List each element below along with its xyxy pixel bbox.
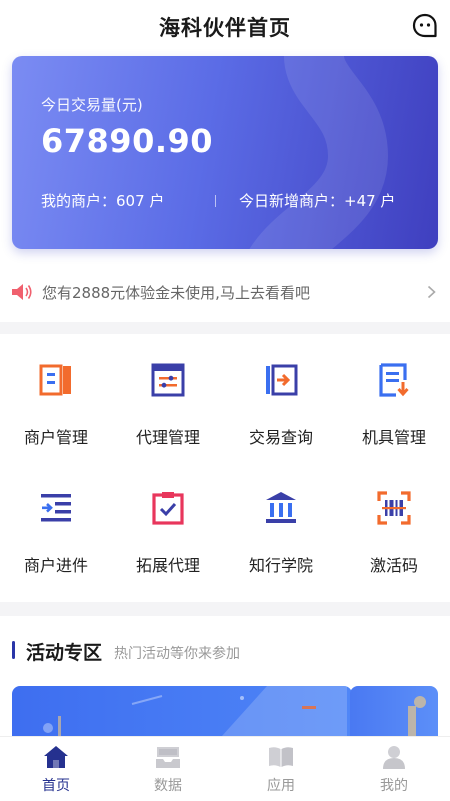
- grid-item-label: 知行学院: [248, 556, 313, 575]
- grid-item-transaction-query[interactable]: 交易查询: [225, 334, 337, 454]
- activity-banner-next[interactable]: [350, 686, 438, 736]
- speaker-icon: [12, 284, 32, 300]
- tab-data[interactable]: 数据: [112, 737, 224, 801]
- grid-item-merchant-management[interactable]: 商户管理: [0, 334, 112, 454]
- my-merchants-count[interactable]: 我的商户：607 户: [41, 190, 164, 211]
- tab-label: 我的: [380, 778, 408, 794]
- activity-banner[interactable]: [12, 686, 352, 736]
- grid-item-agent-management[interactable]: 代理管理: [112, 334, 224, 454]
- agent-management-icon: [151, 363, 185, 397]
- notice-bar[interactable]: 您有2888元体验金未使用,马上去看看吧: [0, 268, 450, 316]
- chevron-right-icon: [427, 285, 436, 299]
- today-volume-amount: 67890.90: [41, 122, 214, 160]
- profile-icon: [383, 746, 405, 769]
- data-icon: [156, 747, 180, 768]
- card-decoration: [249, 56, 389, 249]
- page-title: 海科伙伴首页: [159, 16, 291, 40]
- section-accent-bar: [12, 641, 15, 659]
- tab-label: 首页: [42, 778, 70, 794]
- expand-agent-icon: [152, 492, 184, 525]
- notice-text: 您有2888元体验金未使用,马上去看看吧: [42, 284, 310, 302]
- banner-illustration: [43, 686, 347, 736]
- tab-apps[interactable]: 应用: [225, 737, 337, 801]
- bottom-tab-bar: 首页 数据 应用 我的: [0, 736, 450, 801]
- transaction-query-icon: [266, 364, 298, 396]
- grid-item-merchant-onboarding[interactable]: 商户进件: [0, 462, 112, 582]
- chat-icon[interactable]: [412, 13, 438, 39]
- grid-item-label: 激活码: [369, 556, 418, 575]
- tab-label: 应用: [267, 778, 295, 794]
- section-divider: [0, 602, 450, 616]
- grid-item-label: 商户管理: [23, 428, 88, 447]
- tab-home[interactable]: 首页: [0, 737, 112, 801]
- grid-item-academy[interactable]: 知行学院: [225, 462, 337, 582]
- section-subtitle: 热门活动等你来参加: [114, 646, 240, 662]
- section-divider: [0, 322, 450, 334]
- merchant-management-icon: [39, 364, 71, 396]
- activity-section-header: 活动专区 热门活动等你来参加: [0, 628, 450, 674]
- grid-item-label: 商户进件: [23, 556, 88, 575]
- grid-item-activation-code[interactable]: 激活码: [338, 462, 450, 582]
- tab-profile[interactable]: 我的: [338, 737, 450, 801]
- new-merchants-count[interactable]: 今日新增商户：+47 户: [239, 190, 395, 211]
- merchant-onboarding-icon: [41, 494, 71, 522]
- tab-label: 数据: [154, 778, 182, 794]
- grid-item-label: 拓展代理: [135, 556, 200, 575]
- section-title: 活动专区: [26, 642, 103, 664]
- today-volume-label: 今日交易量(元): [41, 96, 143, 114]
- home-icon: [44, 746, 68, 768]
- grid-item-label: 机具管理: [361, 428, 426, 447]
- stats-divider: [215, 195, 216, 207]
- academy-icon: [266, 492, 296, 523]
- activation-code-icon: [377, 491, 411, 525]
- grid-item-device-management[interactable]: 机具管理: [338, 334, 450, 454]
- grid-item-expand-agent[interactable]: 拓展代理: [112, 462, 224, 582]
- device-management-icon: [379, 363, 409, 397]
- grid-item-label: 代理管理: [135, 428, 200, 447]
- transaction-summary-card[interactable]: 今日交易量(元) 67890.90 我的商户：607 户 今日新增商户：+47 …: [12, 56, 438, 249]
- apps-icon: [269, 747, 293, 767]
- grid-item-label: 交易查询: [248, 428, 313, 447]
- app-header: 海科伙伴首页: [0, 0, 450, 52]
- function-grid: 商户管理 代理管理 交易查询 机具管理 商户进件 拓展代理 知行学院 激活码: [0, 334, 450, 592]
- banner-illustration: [408, 696, 426, 736]
